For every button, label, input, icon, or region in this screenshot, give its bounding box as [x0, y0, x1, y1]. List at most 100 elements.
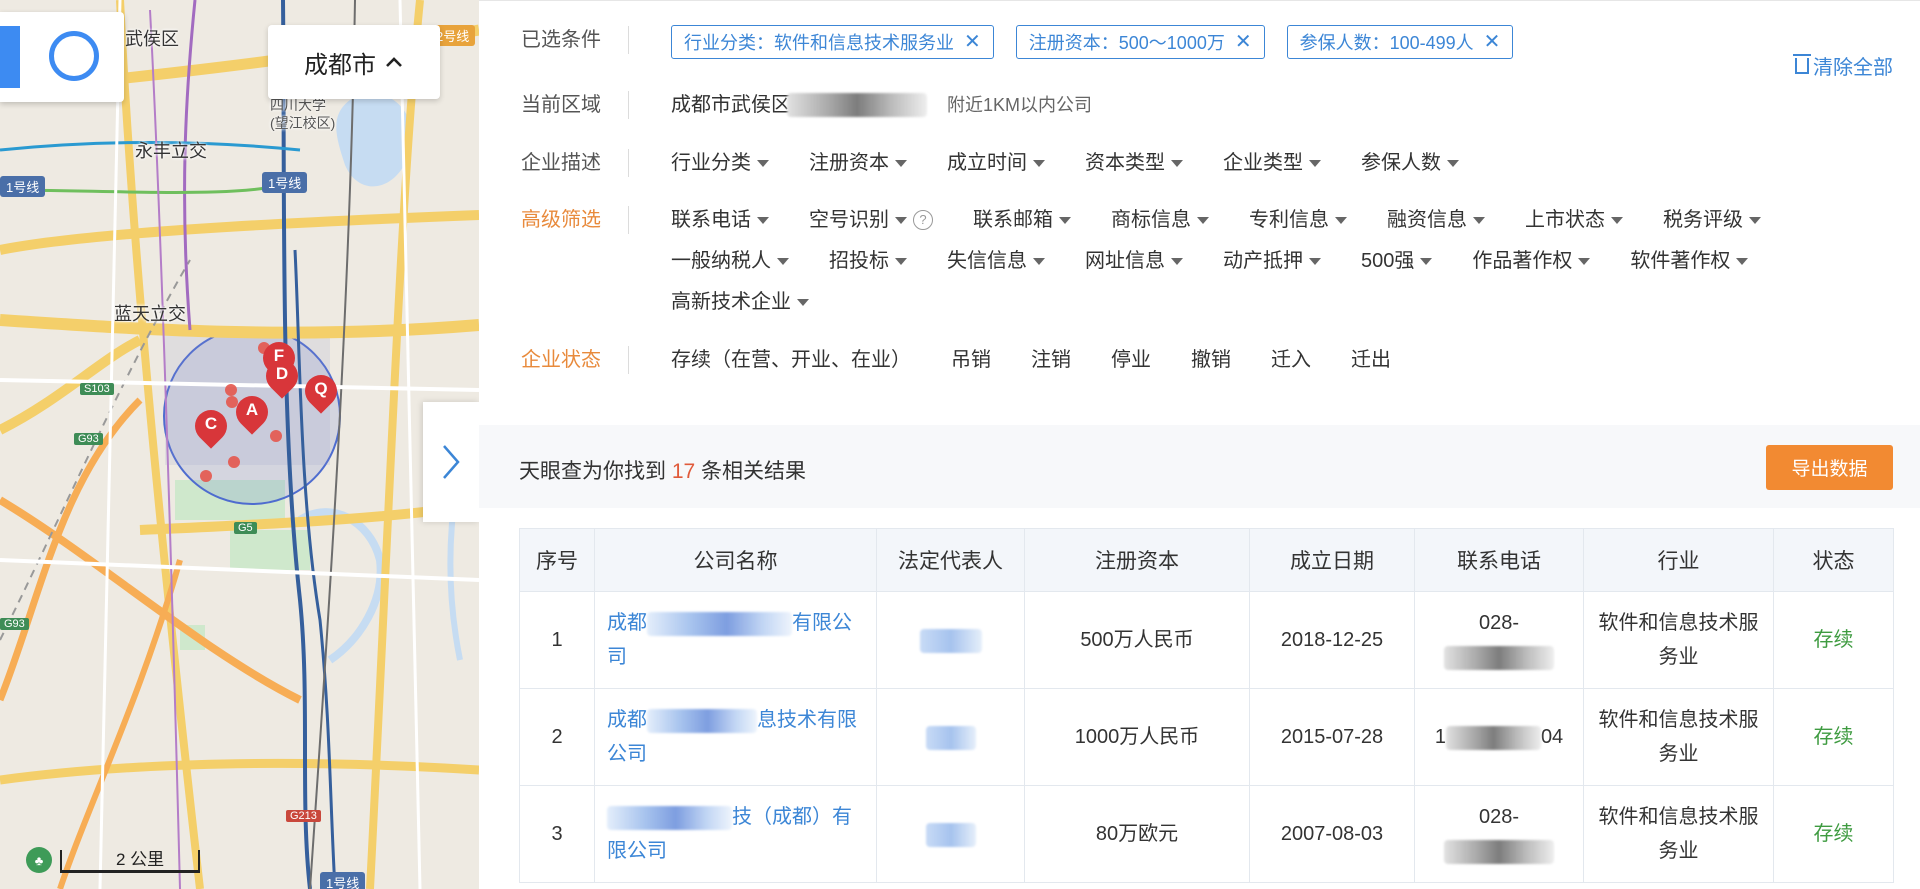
clear-all-button[interactable]: 清除全部: [1793, 51, 1893, 80]
filter-phone[interactable]: 联系电话: [671, 206, 769, 234]
status-option[interactable]: 停业: [1111, 346, 1151, 374]
filter-trademark[interactable]: 商标信息: [1111, 206, 1209, 234]
status-cell: 存续: [1773, 688, 1894, 786]
capital-cell: 500万人民币: [1024, 591, 1250, 689]
metro-line-badge: 1号线: [262, 172, 308, 193]
result-summary-bar: 天眼查为你找到 17 条相关结果 导出数据: [479, 425, 1920, 508]
city-select-button[interactable]: 成都市: [268, 25, 440, 99]
header-industry: 行业: [1583, 528, 1774, 592]
redacted-text: [1444, 839, 1554, 864]
filter-top500[interactable]: 500强: [1361, 247, 1433, 275]
company-name-link[interactable]: 成都 有限公司: [594, 591, 877, 689]
caret-down-icon: [1033, 257, 1045, 265]
result-dot[interactable]: [270, 430, 282, 442]
close-icon[interactable]: ✕: [1235, 32, 1252, 52]
status-option[interactable]: 注销: [1031, 346, 1071, 374]
map-marker-c[interactable]: C: [188, 403, 234, 452]
filter-taxpayer[interactable]: 一般纳税人: [671, 247, 789, 275]
status-option[interactable]: 存续（在营、开业、在业）: [671, 346, 911, 374]
filter-empty-number[interactable]: 空号识别?: [809, 206, 933, 234]
filter-chattel-mortgage[interactable]: 动产抵押: [1223, 247, 1321, 275]
status-option[interactable]: 吊销: [951, 346, 991, 374]
status-option[interactable]: 迁出: [1351, 346, 1391, 374]
phone-cell: 028-: [1414, 785, 1584, 883]
caret-down-icon: [1578, 257, 1591, 265]
status-title: 企业状态: [521, 346, 629, 374]
export-data-button[interactable]: 导出数据: [1766, 445, 1893, 490]
selected-tag-industry[interactable]: 行业分类：软件和信息技术服务业 ✕: [671, 25, 994, 59]
region-value: 成都市武侯区: [671, 94, 791, 116]
region-title: 当前区域: [521, 91, 629, 119]
filter-patent[interactable]: 专利信息: [1249, 206, 1347, 234]
status-option[interactable]: 撤销: [1191, 346, 1231, 374]
map-marker-d[interactable]: D: [259, 353, 305, 402]
result-dot[interactable]: [225, 384, 237, 396]
header-date: 成立日期: [1249, 528, 1415, 592]
city-label: 成都市: [304, 51, 376, 79]
selected-title: 已选条件: [521, 26, 629, 54]
filter-listing[interactable]: 上市状态: [1525, 206, 1623, 234]
map-panel[interactable]: 武侯区 永丰立交 蓝天立交 四川大学 (望江校区) 1号线 1号线 2号线 1号…: [0, 0, 479, 889]
filter-company-type[interactable]: 企业类型: [1223, 149, 1321, 177]
filter-insured[interactable]: 参保人数: [1361, 149, 1459, 177]
map-marker-q[interactable]: Q: [298, 368, 344, 417]
chevron-up-icon: [386, 57, 402, 67]
filter-software-copyright[interactable]: 软件著作权: [1630, 247, 1749, 275]
status-cell: 存续: [1773, 591, 1894, 689]
status-cell: 存续: [1773, 785, 1894, 883]
caret-down-icon: [1171, 257, 1183, 265]
road-badge: G93: [74, 433, 103, 445]
phone-cell: 1 04: [1414, 688, 1584, 786]
filter-industry[interactable]: 行业分类: [671, 149, 769, 177]
filter-website[interactable]: 网址信息: [1085, 247, 1183, 275]
filter-bidding[interactable]: 招投标: [829, 247, 907, 275]
filter-capital[interactable]: 注册资本: [809, 149, 907, 177]
filter-founded[interactable]: 成立时间: [947, 149, 1045, 177]
filter-tax-rating[interactable]: 税务评级: [1663, 206, 1761, 234]
selected-tag-insured[interactable]: 参保人数：100-499人 ✕: [1286, 25, 1514, 59]
expand-panel-button[interactable]: [423, 402, 479, 522]
content-panel: 已选条件 行业分类：软件和信息技术服务业 ✕ 注册资本：500～1000万 ✕ 参保…: [479, 0, 1920, 889]
road-badge: G213: [286, 810, 321, 822]
redacted-text: [919, 628, 982, 653]
selected-tags: 行业分类：软件和信息技术服务业 ✕ 注册资本：500～1000万 ✕ 参保人数：10…: [671, 25, 1535, 59]
filter-email[interactable]: 联系邮箱: [973, 206, 1071, 234]
caret-down-icon: [895, 257, 907, 265]
filter-work-copyright[interactable]: 作品著作权: [1472, 247, 1591, 275]
legal-rep-link[interactable]: [876, 591, 1025, 689]
table-row: 3 技（成都）有限公司 80万欧元 2007-08-03 028- 软件和信息技…: [519, 785, 1894, 883]
advanced-title: 高级筛选: [521, 206, 629, 234]
filter-capital-type[interactable]: 资本类型: [1085, 149, 1183, 177]
locate-icon: [49, 31, 99, 81]
company-name-link[interactable]: 成都 息技术有限公司: [594, 688, 877, 786]
road-badge: G5: [234, 522, 257, 534]
selected-tag-capital[interactable]: 注册资本：500～1000万 ✕: [1015, 25, 1265, 59]
company-name-link[interactable]: 技（成都）有限公司: [594, 785, 877, 883]
map-canvas[interactable]: [0, 0, 479, 889]
close-icon[interactable]: ✕: [964, 32, 981, 52]
description-title: 企业描述: [521, 149, 629, 177]
filter-financing[interactable]: 融资信息: [1387, 206, 1485, 234]
filter-high-tech[interactable]: 高新技术企业: [671, 288, 809, 316]
status-option[interactable]: 迁入: [1271, 346, 1311, 374]
metro-line-badge: 1号线: [0, 176, 46, 197]
map-marker-a[interactable]: A: [229, 389, 275, 438]
caret-down-icon: [1197, 216, 1209, 224]
capital-cell: 80万欧元: [1024, 785, 1250, 883]
caret-down-icon: [1309, 257, 1321, 265]
redacted-text: [1444, 645, 1554, 670]
filter-dishonest[interactable]: 失信信息: [947, 247, 1045, 275]
result-count: 17: [671, 460, 696, 483]
close-icon[interactable]: ✕: [1484, 32, 1501, 52]
result-dot[interactable]: [228, 456, 240, 468]
results-table: 序号 公司名称 法定代表人 注册资本 成立日期 联系电话 行业 状态 1 成都有…: [519, 528, 1894, 883]
industry-cell: 软件和信息技术服务业: [1583, 785, 1774, 883]
help-icon[interactable]: ?: [913, 210, 933, 230]
region-row: 当前区域 成都市武侯区 附近1KM以内公司: [521, 91, 1092, 119]
legal-rep-link[interactable]: [876, 785, 1025, 883]
locate-button[interactable]: [0, 12, 124, 102]
industry-cell: 软件和信息技术服务业: [1583, 688, 1774, 786]
legal-rep-link[interactable]: [876, 688, 1025, 786]
caret-down-icon: [1473, 216, 1485, 224]
result-dot[interactable]: [200, 470, 212, 482]
